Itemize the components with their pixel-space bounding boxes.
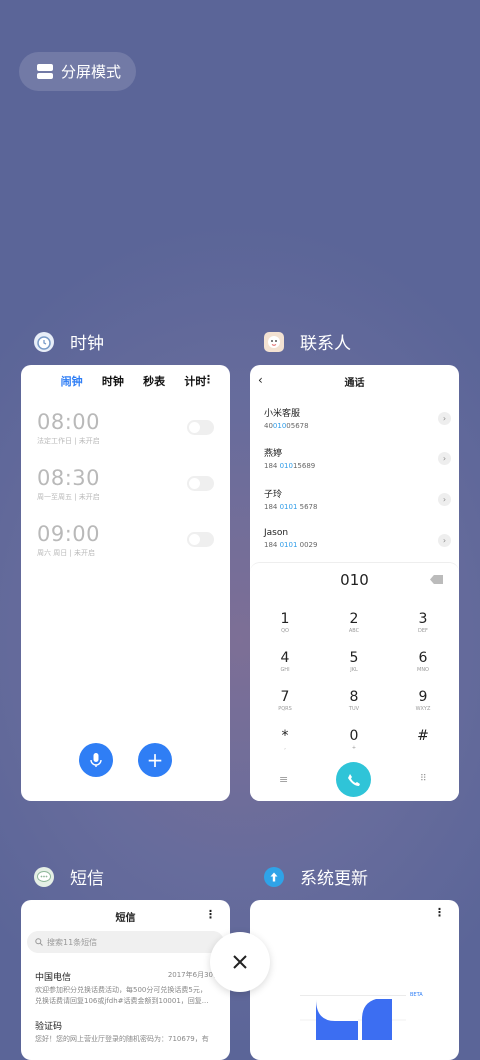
sms-app-title: 短信 bbox=[70, 869, 104, 889]
clock-app-header: 时钟 bbox=[34, 329, 104, 354]
contact-number: 184 0101 5678 bbox=[264, 503, 318, 511]
dial-key[interactable]: 1 QO bbox=[255, 611, 315, 634]
update-app-header: 系统更新 bbox=[264, 864, 368, 889]
contact-number: 184 0101 0029 bbox=[264, 541, 318, 549]
dial-key[interactable]: 3 DEF bbox=[393, 611, 453, 634]
contact-name: 子玲 bbox=[264, 490, 283, 500]
sms-app-card[interactable]: 短信 ⋮ 搜索11条短信 中国电信 2017年6月30日 欢迎参加积分兑换话费活… bbox=[21, 900, 230, 1060]
alarm-item[interactable]: 09:00 周六 周日 | 未开启 bbox=[37, 522, 214, 572]
contact-name: Jason bbox=[264, 528, 289, 538]
more-menu-icon[interactable]: ⋮ bbox=[434, 906, 445, 919]
contact-number: 4001005678 bbox=[264, 422, 309, 430]
sms-thread[interactable]: 验证码 您好！您的网上营业厅登录的随机密码为：710679，有 bbox=[35, 1019, 220, 1044]
contacts-app-header: 联系人 bbox=[264, 329, 351, 354]
update-app-card[interactable]: ⋮ BETA bbox=[250, 900, 459, 1060]
clock-app-card[interactable]: 闹钟 时钟 秒表 计时 ⋮ 08:00 法定工作日 | 未开启 08:30 周一… bbox=[21, 365, 230, 801]
voice-alarm-button[interactable] bbox=[79, 743, 113, 777]
tab-alarm[interactable]: 闹钟 bbox=[61, 373, 83, 389]
dial-key[interactable]: 9 WXYZ bbox=[393, 689, 453, 712]
dial-key[interactable]: 0 + bbox=[324, 728, 384, 751]
split-screen-icon bbox=[37, 64, 53, 79]
more-menu-icon[interactable]: ⋮ bbox=[205, 908, 216, 921]
dial-input[interactable]: 010 bbox=[250, 571, 459, 589]
dial-key[interactable]: 8 TUV bbox=[324, 689, 384, 712]
add-alarm-button[interactable]: + bbox=[138, 743, 172, 777]
dial-key[interactable]: 4 GHI bbox=[255, 650, 315, 673]
contacts-app-card[interactable]: ‹ 通话 小米客服 4001005678 › 燕婷 184 01015689 ›… bbox=[250, 365, 459, 801]
update-app-icon bbox=[264, 866, 284, 887]
alarm-toggle[interactable] bbox=[187, 476, 214, 491]
dial-key[interactable]: 5 JKL bbox=[324, 650, 384, 673]
contact-result[interactable]: 燕婷 184 01015689 › bbox=[264, 446, 451, 482]
more-menu-icon[interactable]: ⋮ bbox=[203, 373, 214, 386]
contact-number: 184 01015689 bbox=[264, 462, 316, 470]
sms-search-input[interactable]: 搜索11条短信 bbox=[27, 931, 224, 953]
clear-all-button[interactable] bbox=[210, 932, 270, 992]
search-icon bbox=[35, 938, 43, 946]
clock-tabs: 闹钟 时钟 秒表 计时 bbox=[21, 365, 230, 389]
tab-clock[interactable]: 时钟 bbox=[102, 373, 124, 389]
contact-result[interactable]: 小米客服 4001005678 › bbox=[264, 406, 451, 442]
alarm-toggle[interactable] bbox=[187, 420, 214, 435]
dial-key[interactable]: 6 MNO bbox=[393, 650, 453, 673]
beta-label: BETA bbox=[410, 992, 423, 998]
dial-key[interactable]: # bbox=[393, 728, 453, 745]
miui-logo-graphic bbox=[300, 995, 406, 1040]
alarm-desc: 周六 周日 | 未开启 bbox=[37, 549, 96, 557]
contact-result[interactable]: 子玲 184 0101 5678 › bbox=[264, 487, 451, 523]
tab-stopwatch[interactable]: 秒表 bbox=[143, 373, 165, 389]
sms-app-icon bbox=[34, 866, 54, 887]
calls-header: 通话 bbox=[344, 378, 365, 389]
search-placeholder: 搜索11条短信 bbox=[47, 937, 98, 947]
contact-name: 小米客服 bbox=[264, 409, 301, 419]
thread-preview: 欢迎参加积分兑换话费活动，每500分可兑换话费5元， bbox=[35, 986, 207, 994]
alarm-desc: 周一至周五 | 未开启 bbox=[37, 493, 100, 501]
contacts-app-icon bbox=[264, 331, 284, 352]
contact-result[interactable]: Jason 184 0101 0029 › bbox=[264, 528, 451, 564]
microphone-icon bbox=[90, 753, 102, 767]
close-icon bbox=[233, 955, 247, 969]
split-screen-button[interactable]: 分屏模式 bbox=[19, 52, 136, 91]
sms-app-header: 短信 bbox=[34, 864, 104, 889]
chevron-right-icon[interactable]: › bbox=[438, 493, 451, 506]
dial-key[interactable]: *, bbox=[255, 728, 315, 751]
thread-preview: 您好！您的网上营业厅登录的随机密码为：710679，有 bbox=[35, 1035, 209, 1043]
clock-app-title: 时钟 bbox=[70, 334, 104, 354]
menu-icon[interactable]: ≡ bbox=[279, 773, 288, 786]
alarm-item[interactable]: 08:30 周一至周五 | 未开启 bbox=[37, 466, 214, 516]
alarm-toggle[interactable] bbox=[187, 532, 214, 547]
alarm-item[interactable]: 08:00 法定工作日 | 未开启 bbox=[37, 410, 214, 460]
alarm-desc: 法定工作日 | 未开启 bbox=[37, 437, 100, 445]
dial-pad: 010 1 QO 2 ABC 3 DEF 4 GHI 5 JKL 6 MNO 7 PQRS 8… bbox=[250, 562, 459, 801]
sms-thread[interactable]: 中国电信 2017年6月30日 欢迎参加积分兑换话费活动，每500分可兑换话费5… bbox=[35, 970, 220, 1006]
thread-preview: 兑换话费请回复106或jfdh#话费金额到10001，回复... bbox=[35, 997, 209, 1005]
thread-sender: 验证码 bbox=[35, 1022, 63, 1032]
chevron-right-icon[interactable]: › bbox=[438, 412, 451, 425]
phone-icon bbox=[347, 773, 360, 786]
update-app-title: 系统更新 bbox=[300, 869, 368, 889]
clock-app-icon bbox=[34, 331, 54, 352]
dial-key[interactable]: 2 ABC bbox=[324, 611, 384, 634]
chevron-right-icon[interactable]: › bbox=[438, 452, 451, 465]
dial-key[interactable]: 7 PQRS bbox=[255, 689, 315, 712]
chevron-right-icon[interactable]: › bbox=[438, 534, 451, 547]
call-button[interactable] bbox=[336, 762, 371, 797]
contacts-app-title: 联系人 bbox=[300, 334, 351, 354]
split-screen-label: 分屏模式 bbox=[61, 63, 122, 81]
contact-name: 燕婷 bbox=[264, 449, 283, 459]
keypad-icon[interactable]: ⠿ bbox=[420, 774, 427, 784]
sms-header: 短信 bbox=[115, 913, 136, 924]
